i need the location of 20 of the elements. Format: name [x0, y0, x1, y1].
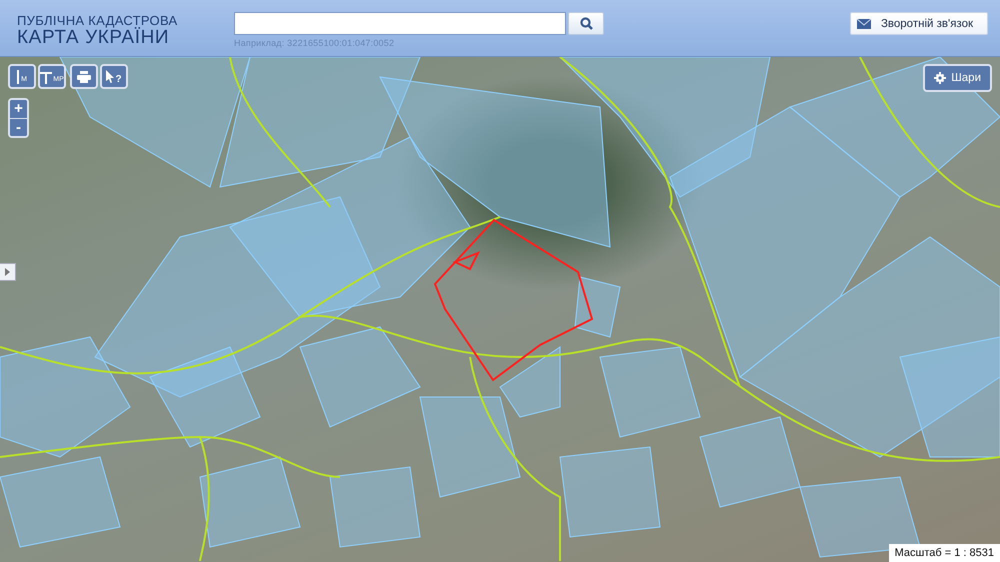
- search-button[interactable]: [568, 12, 604, 35]
- cursor-icon: [106, 70, 114, 83]
- search-field[interactable]: [234, 12, 566, 35]
- panel-toggle-button[interactable]: [0, 263, 16, 281]
- site-title: КАРТА УКРАЇНИ: [17, 28, 170, 48]
- envelope-icon: [856, 18, 871, 28]
- feedback-button[interactable]: Зворотній зв'язок: [850, 12, 988, 35]
- zoom-in-button[interactable]: +: [10, 100, 27, 118]
- print-button[interactable]: [70, 64, 98, 89]
- ruler-line-icon: [17, 70, 20, 84]
- printer-icon: [77, 70, 91, 82]
- ruler-area-icon: [40, 70, 52, 84]
- search-icon: [580, 17, 592, 30]
- site-title: ПУБЛІЧНА КАДАСТРОВА: [17, 14, 178, 28]
- identify-button[interactable]: ?: [100, 64, 128, 89]
- gear-icon: [934, 72, 946, 84]
- layers-button[interactable]: Шари: [923, 64, 992, 92]
- map-scale: Масштаб = 1 : 8531: [888, 544, 1000, 562]
- zoom-out-button[interactable]: -: [10, 118, 27, 136]
- triangle-right-icon: [5, 268, 10, 276]
